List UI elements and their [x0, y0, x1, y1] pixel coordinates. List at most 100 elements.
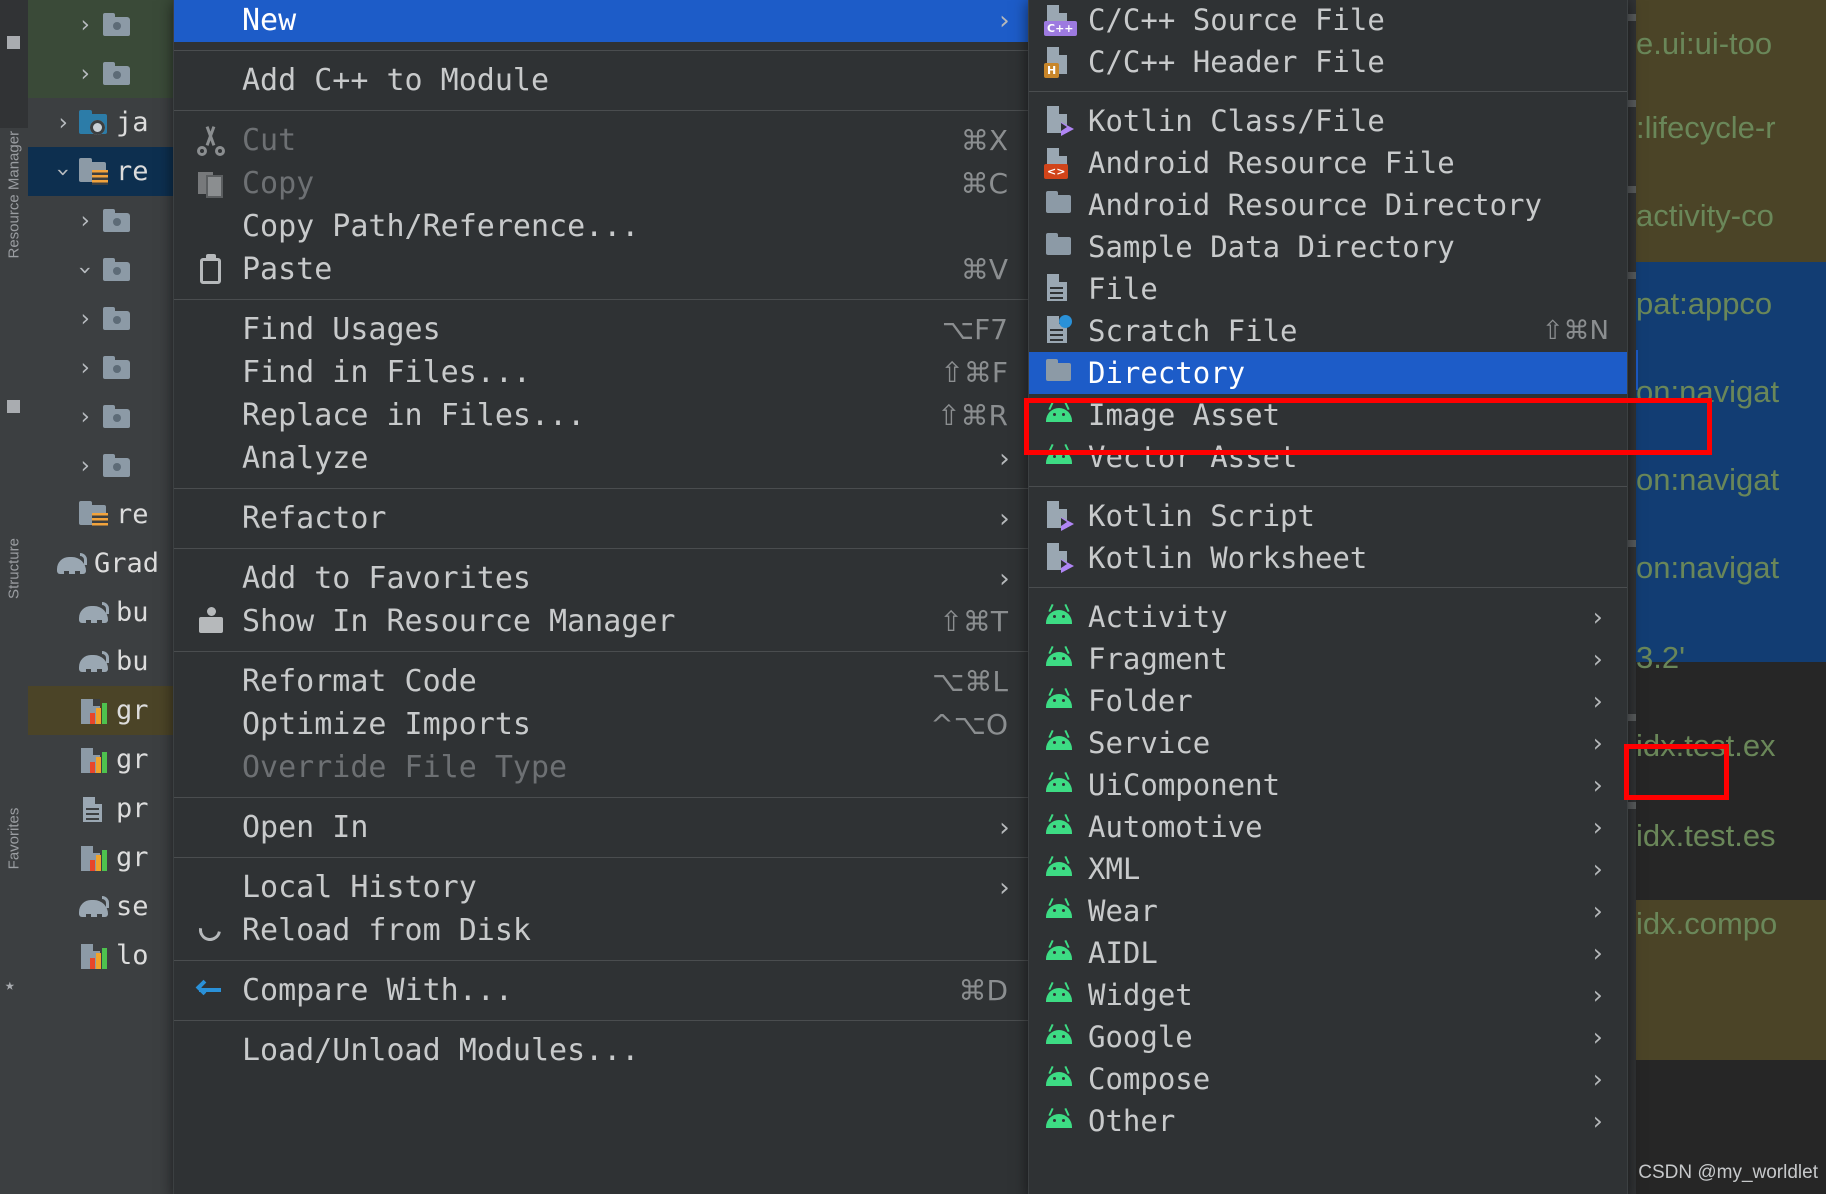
- tree-row[interactable]: ›: [28, 294, 178, 343]
- chevron-right-icon[interactable]: ›: [72, 355, 98, 381]
- submenu-item-vector-asset[interactable]: Vector Asset: [1029, 436, 1627, 478]
- kotlin-file-icon: [1042, 499, 1088, 533]
- tree-row[interactable]: Grad: [28, 539, 178, 588]
- tool-window-icon[interactable]: [7, 36, 20, 49]
- menu-item-load-unload-modules[interactable]: Load/Unload Modules...: [174, 1029, 1030, 1072]
- submenu-item-fragment[interactable]: Fragment ›: [1029, 638, 1627, 680]
- menu-item-find-usages[interactable]: Find Usages ⌥F7: [174, 308, 1030, 351]
- menu-item-show-in-resource-manager[interactable]: Show In Resource Manager ⇧⌘T: [174, 600, 1030, 643]
- context-menu[interactable]: New › Add C++ to Module Cut ⌘X Copy ⌘C Copy Pat…: [173, 0, 1031, 1194]
- chevron-down-icon[interactable]: ›: [50, 159, 76, 185]
- submenu-item-automotive[interactable]: Automotive ›: [1029, 806, 1627, 848]
- chevron-down-icon[interactable]: ›: [72, 257, 98, 283]
- submenu-item-scratch-file[interactable]: Scratch File ⇧⌘N: [1029, 310, 1627, 352]
- menu-item-label: Copy Path/Reference...: [242, 209, 640, 244]
- chevron-right-icon[interactable]: ›: [72, 453, 98, 479]
- submenu-item-wear[interactable]: Wear ›: [1029, 890, 1627, 932]
- menu-item-add-c-to-module[interactable]: Add C++ to Module: [174, 59, 1030, 102]
- menu-item-find-in-files[interactable]: Find in Files... ⇧⌘F: [174, 351, 1030, 394]
- menu-item-label: Replace in Files...: [242, 398, 586, 433]
- tree-row[interactable]: gr: [28, 833, 178, 882]
- android-icon: [1042, 768, 1088, 802]
- chevron-right-icon[interactable]: ›: [72, 404, 98, 430]
- submenu-item-other[interactable]: Other ›: [1029, 1100, 1627, 1142]
- submenu-item-image-asset[interactable]: Image Asset: [1029, 394, 1627, 436]
- new-submenu[interactable]: C++ C/C++ Source File H C/C++ Header File Ko…: [1028, 0, 1628, 1194]
- tree-row[interactable]: lo: [28, 931, 178, 980]
- project-tree[interactable]: › › › ja › re › › › › › › re Grad bu bu gr gr pr gr se lo: [28, 0, 178, 1194]
- tree-row[interactable]: bu: [28, 588, 178, 637]
- tool-label-favorites[interactable]: Favorites: [6, 799, 23, 879]
- submenu-item-kotlin-script[interactable]: Kotlin Script: [1029, 495, 1627, 537]
- chevron-right-icon[interactable]: ›: [72, 208, 98, 234]
- menu-item-optimize-imports[interactable]: Optimize Imports ^⌥O: [174, 703, 1030, 746]
- tree-row[interactable]: ›: [28, 49, 178, 98]
- submenu-item-folder[interactable]: Folder ›: [1029, 680, 1627, 722]
- menu-item-open-in[interactable]: Open In ›: [174, 806, 1030, 849]
- gutter-mark: [1628, 14, 1636, 21]
- tree-row[interactable]: ›: [28, 245, 178, 294]
- submenu-item-kotlin-worksheet[interactable]: Kotlin Worksheet: [1029, 537, 1627, 579]
- tree-row[interactable]: se: [28, 882, 178, 931]
- submenu-item-label: C/C++ Source File: [1088, 3, 1385, 37]
- submenu-item-compose[interactable]: Compose ›: [1029, 1058, 1627, 1100]
- chevron-right-icon[interactable]: ›: [72, 12, 98, 38]
- submenu-item-label: Kotlin Script: [1088, 499, 1315, 533]
- menu-item-label: Show In Resource Manager: [242, 604, 676, 639]
- tool-label-resource-manager[interactable]: Resource Manager: [6, 131, 23, 259]
- menu-item-shortcut: ^⌥O: [930, 708, 1008, 741]
- tool-label-structure[interactable]: Structure: [6, 529, 23, 609]
- tree-row[interactable]: bu: [28, 637, 178, 686]
- tree-row[interactable]: ›: [28, 196, 178, 245]
- menu-icon-placeholder: [186, 210, 242, 244]
- submenu-item-uicomponent[interactable]: UiComponent ›: [1029, 764, 1627, 806]
- tree-row[interactable]: ›: [28, 0, 178, 49]
- menu-item-new[interactable]: New ›: [174, 0, 1030, 42]
- tree-row[interactable]: ›: [28, 392, 178, 441]
- submenu-item-android-resource-file[interactable]: <> Android Resource File: [1029, 142, 1627, 184]
- menu-item-local-history[interactable]: Local History ›: [174, 866, 1030, 909]
- submenu-item-sample-data-directory[interactable]: Sample Data Directory: [1029, 226, 1627, 268]
- tree-row[interactable]: re: [28, 490, 178, 539]
- tree-row[interactable]: pr: [28, 784, 178, 833]
- favorites-star-icon[interactable]: ★: [5, 975, 15, 994]
- code-editor[interactable]: e.ui:ui-too:lifecycle-r activity-co pat:ap…: [1628, 0, 1826, 1194]
- submenu-item-google[interactable]: Google ›: [1029, 1016, 1627, 1058]
- folder-icon: [98, 59, 134, 89]
- menu-item-paste[interactable]: Paste ⌘V: [174, 248, 1030, 291]
- submenu-item-file[interactable]: File: [1029, 268, 1627, 310]
- menu-item-reformat-code[interactable]: Reformat Code ⌥⌘L: [174, 660, 1030, 703]
- menu-item-label: Reformat Code: [242, 664, 477, 699]
- submenu-item-xml[interactable]: XML ›: [1029, 848, 1627, 890]
- submenu-item-directory[interactable]: Directory: [1029, 352, 1627, 394]
- menu-item-shortcut: ⌘D: [958, 974, 1008, 1007]
- menu-item-compare-with[interactable]: Compare With... ⌘D: [174, 969, 1030, 1012]
- tree-row[interactable]: › ja: [28, 98, 178, 147]
- menu-item-add-to-favorites[interactable]: Add to Favorites ›: [174, 557, 1030, 600]
- chevron-right-icon[interactable]: ›: [50, 110, 76, 136]
- chevron-right-icon[interactable]: ›: [72, 61, 98, 87]
- resource-manager-icon: [186, 605, 242, 639]
- menu-item-refactor[interactable]: Refactor ›: [174, 497, 1030, 540]
- menu-item-reload-from-disk[interactable]: Reload from Disk: [174, 909, 1030, 952]
- tree-row[interactable]: ›: [28, 343, 178, 392]
- menu-item-replace-in-files[interactable]: Replace in Files... ⇧⌘R: [174, 394, 1030, 437]
- submenu-item-widget[interactable]: Widget ›: [1029, 974, 1627, 1016]
- submenu-item-c-c-source-file[interactable]: C++ C/C++ Source File: [1029, 0, 1627, 41]
- menu-item-analyze[interactable]: Analyze ›: [174, 437, 1030, 480]
- chevron-right-icon[interactable]: ›: [72, 306, 98, 332]
- tree-row[interactable]: › re: [28, 147, 178, 196]
- submenu-item-label: Compose: [1088, 1062, 1211, 1096]
- menu-item-copy-path-reference[interactable]: Copy Path/Reference...: [174, 205, 1030, 248]
- submenu-item-c-c-header-file[interactable]: H C/C++ Header File: [1029, 41, 1627, 83]
- tree-row[interactable]: gr: [28, 735, 178, 784]
- tool-window-icon-2[interactable]: [7, 400, 20, 413]
- submenu-item-kotlin-class-file[interactable]: Kotlin Class/File: [1029, 100, 1627, 142]
- tree-row[interactable]: gr: [28, 686, 178, 735]
- submenu-item-service[interactable]: Service ›: [1029, 722, 1627, 764]
- editor-gutter[interactable]: [1628, 0, 1636, 1194]
- submenu-item-activity[interactable]: Activity ›: [1029, 596, 1627, 638]
- submenu-item-android-resource-directory[interactable]: Android Resource Directory: [1029, 184, 1627, 226]
- tree-row[interactable]: ›: [28, 441, 178, 490]
- submenu-item-aidl[interactable]: AIDL ›: [1029, 932, 1627, 974]
